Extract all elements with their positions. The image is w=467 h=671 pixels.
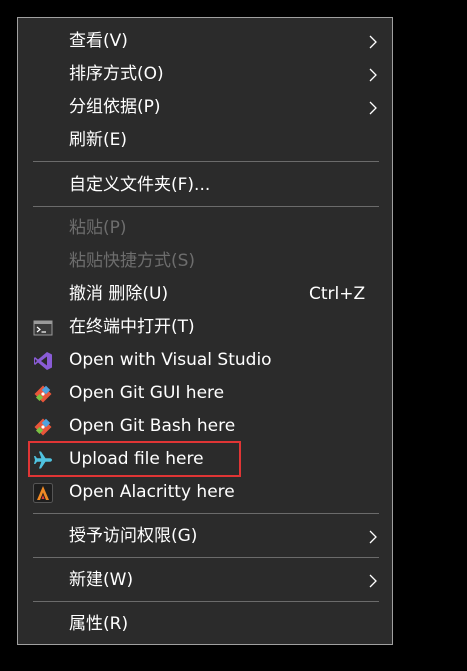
context-menu: 查看(V) 排序方式(O) 分组依据(P) 刷新(E) 自定义文件夹(F)...… (17, 17, 393, 645)
keyboard-shortcut: Ctrl+Z (309, 284, 366, 304)
menu-separator (33, 557, 379, 558)
visual-studio-icon (34, 352, 52, 370)
menu-item-new[interactable]: 新建(W) (18, 564, 392, 597)
alacritty-icon (33, 483, 53, 503)
chevron-right-icon (369, 101, 377, 115)
menu-item-open-git-bash[interactable]: Open Git Bash here (18, 410, 392, 443)
chevron-right-icon (369, 530, 377, 544)
menu-item-refresh[interactable]: 刷新(E) (18, 124, 392, 157)
menu-item-sort-by[interactable]: 排序方式(O) (18, 58, 392, 91)
menu-item-open-git-gui[interactable]: Open Git GUI here (18, 377, 392, 410)
menu-item-paste-shortcut[interactable]: 粘贴快捷方式(S) (18, 245, 392, 278)
menu-item-label: 属性(R) (69, 614, 129, 634)
git-icon (34, 385, 52, 403)
menu-item-label: Open Alacritty here (69, 482, 235, 502)
highlight-box (28, 441, 241, 477)
menu-separator (33, 513, 379, 514)
menu-item-label: Open Git GUI here (69, 383, 225, 403)
terminal-icon (33, 320, 53, 336)
menu-item-label: 粘贴(P) (69, 218, 127, 238)
menu-item-label: 分组依据(P) (69, 97, 161, 117)
menu-item-label: 粘贴快捷方式(S) (69, 251, 196, 271)
menu-item-label: 排序方式(O) (69, 64, 164, 84)
menu-item-undo-delete[interactable]: 撤消 删除(U) Ctrl+Z (18, 278, 392, 311)
menu-item-view[interactable]: 查看(V) (18, 25, 392, 58)
git-icon (34, 418, 52, 436)
menu-item-paste[interactable]: 粘贴(P) (18, 212, 392, 245)
menu-item-group-by[interactable]: 分组依据(P) (18, 91, 392, 124)
menu-item-label: 查看(V) (69, 31, 128, 51)
menu-item-grant-access[interactable]: 授予访问权限(G) (18, 520, 392, 553)
menu-item-label: 授予访问权限(G) (69, 526, 198, 546)
menu-item-open-alacritty[interactable]: Open Alacritty here (18, 476, 392, 509)
menu-item-label: 刷新(E) (69, 130, 128, 150)
menu-separator (33, 206, 379, 207)
menu-item-label: 撤消 删除(U) (69, 284, 169, 304)
menu-item-label: Open Git Bash here (69, 416, 236, 436)
menu-separator (33, 601, 379, 602)
menu-item-open-terminal[interactable]: 在终端中打开(T) (18, 311, 392, 344)
chevron-right-icon (369, 68, 377, 82)
menu-item-label: 新建(W) (69, 570, 134, 590)
menu-item-label: 自定义文件夹(F)... (69, 175, 211, 195)
menu-item-label: 在终端中打开(T) (69, 317, 195, 337)
menu-separator (33, 161, 379, 162)
chevron-right-icon (369, 574, 377, 588)
chevron-right-icon (369, 35, 377, 49)
menu-item-label: Open with Visual Studio (69, 350, 272, 370)
menu-item-open-visual-studio[interactable]: Open with Visual Studio (18, 344, 392, 377)
menu-item-properties[interactable]: 属性(R) (18, 608, 392, 641)
menu-item-customize-folder[interactable]: 自定义文件夹(F)... (18, 169, 392, 202)
